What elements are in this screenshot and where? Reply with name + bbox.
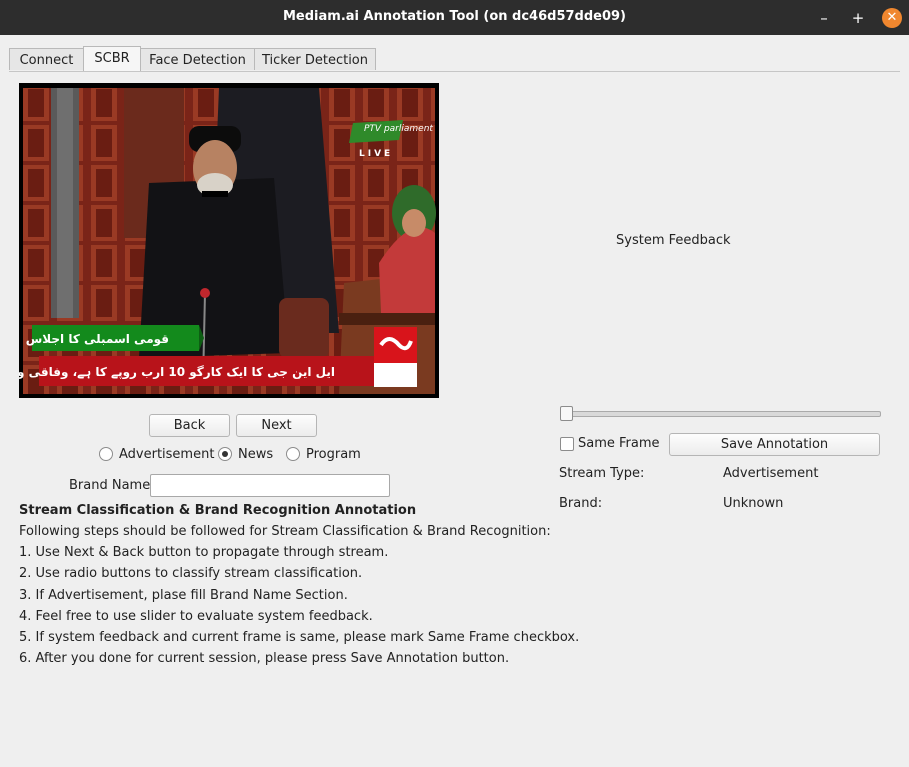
same-frame-checkbox[interactable] [560,437,574,451]
tab-divider [9,71,900,72]
feedback-slider-track[interactable] [561,411,881,417]
tab-connect[interactable]: Connect [9,48,84,70]
ticker-main-text: ایل این جی کا ایک کارگو 10 ارب روپے کا ہ… [19,365,335,380]
instruction-line: 3. If Advertisement, plase fill Brand Na… [19,587,348,603]
instruction-line: 1. Use Next & Back button to propagate t… [19,545,389,561]
maximize-icon[interactable]: + [848,8,868,28]
instruction-line: 5. If system feedback and current frame … [19,629,580,645]
radio-news-label: News [238,447,274,462]
live-badge: LIVE [359,149,393,159]
save-annotation-button[interactable]: Save Annotation [669,433,880,456]
next-button[interactable]: Next [236,414,317,437]
tab-face-detection[interactable]: Face Detection [140,48,255,70]
instruction-line: 4. Feel free to use slider to evaluate s… [19,608,373,624]
brand-value: Unknown [723,496,784,511]
instruction-line: Following steps should be followed for S… [19,524,551,539]
close-icon[interactable]: ✕ [882,8,902,28]
radio-news-selected-dot [222,451,228,457]
channel-logo-text: PTV parliament [364,124,433,134]
radio-program-label: Program [306,447,361,462]
window-title: Mediam.ai Annotation Tool (on dc46d57dde… [283,9,626,24]
instruction-line: 6. After you done for current session, p… [19,651,510,667]
brand-name-input[interactable] [150,474,390,497]
radio-advertisement-label: Advertisement [119,447,215,462]
instructions-panel: Stream Classification & Brand Recognitio… [19,503,579,672]
brand-name-label: Brand Name [69,478,151,493]
back-button[interactable]: Back [149,414,230,437]
radio-advertisement[interactable] [99,447,113,461]
stream-type-value: Advertisement [723,466,819,481]
title-bar: Mediam.ai Annotation Tool (on dc46d57dde… [0,0,909,35]
video-frame-image: PTV parliament LIVE قومی اسمبلی کا اجلاس… [19,83,439,398]
ticker-top-text: قومی اسمبلی کا اجلاس [26,332,169,347]
brand-label: Brand: [559,496,603,511]
same-frame-label: Same Frame [578,436,660,451]
minimize-icon[interactable]: – [814,8,834,28]
feedback-slider-handle[interactable] [560,406,573,421]
radio-program[interactable] [286,447,300,461]
tab-scbr[interactable]: SCBR [83,46,141,71]
stream-type-label: Stream Type: [559,466,645,481]
instructions-heading: Stream Classification & Brand Recognitio… [19,503,417,518]
instruction-line: 2. Use radio buttons to classify stream … [19,566,363,582]
system-feedback-label: System Feedback [616,233,731,248]
tab-ticker-detection[interactable]: Ticker Detection [254,48,376,70]
video-frame: PTV parliament LIVE قومی اسمبلی کا اجلاس… [19,83,439,398]
radio-news[interactable] [218,447,232,461]
